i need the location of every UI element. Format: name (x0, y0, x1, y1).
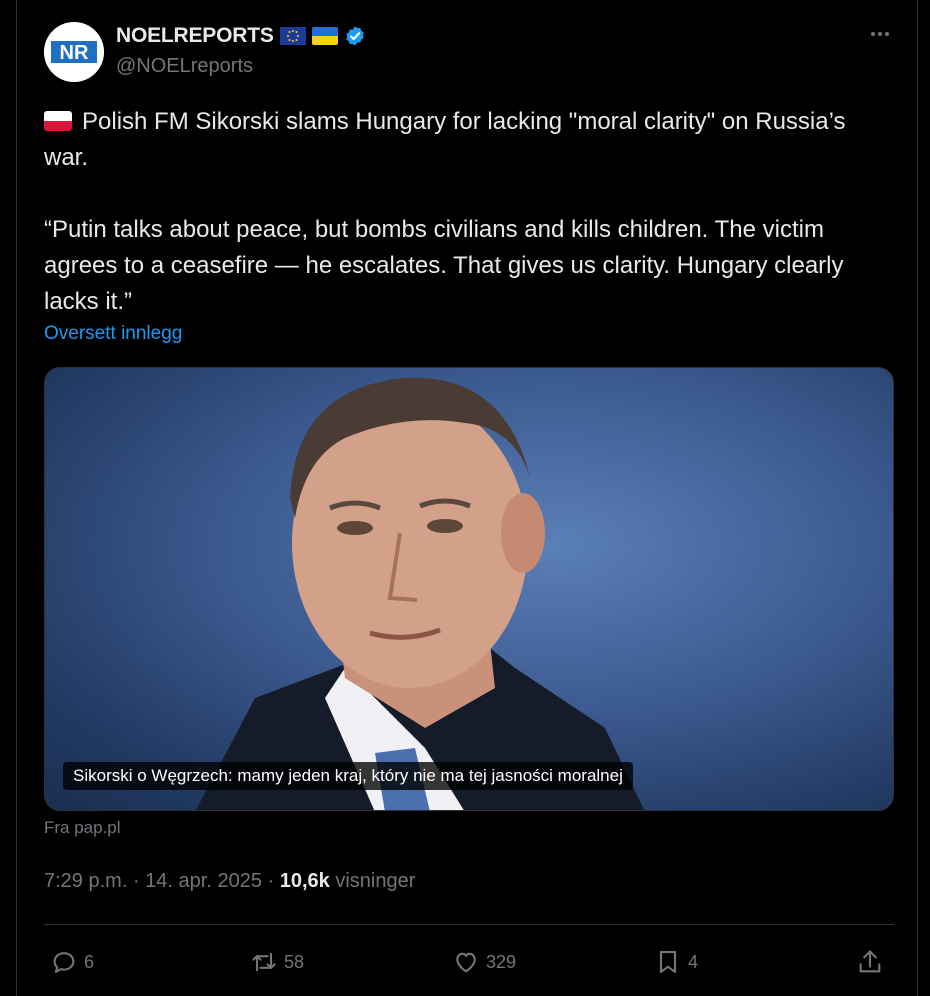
bookmark-button[interactable]: 4 (654, 940, 698, 984)
tweet-date[interactable]: 14. apr. 2025 (145, 870, 262, 892)
share-icon (859, 950, 881, 973)
card-source[interactable]: Fra pap.pl (44, 818, 121, 838)
tweet-headline: Polish FM Sikorski slams Hungary for lac… (44, 108, 853, 171)
action-bar: 6 58 329 4 (44, 940, 894, 984)
bookmark-count: 4 (688, 951, 699, 972)
divider (44, 924, 894, 925)
ukraine-flag-icon (311, 27, 338, 45)
verified-badge-icon[interactable] (344, 25, 366, 47)
reply-count: 6 (84, 951, 95, 972)
repost-count: 58 (284, 951, 305, 972)
repost-icon (252, 952, 276, 972)
like-count: 329 (486, 951, 517, 972)
link-card[interactable]: Sikorski o Węgrzech: mamy jeden kraj, kt… (44, 367, 894, 811)
poland-flag-icon (44, 111, 72, 131)
tweet-time[interactable]: 7:29 p.m. (44, 870, 127, 892)
share-button[interactable] (856, 940, 884, 984)
translate-post-link[interactable]: Oversett innlegg (44, 323, 182, 345)
tweet-text: Polish FM Sikorski slams Hungary for lac… (44, 104, 894, 320)
like-button[interactable]: 329 (452, 940, 516, 984)
card-photo (196, 377, 645, 810)
author-handle[interactable]: @NOELreports (116, 55, 253, 78)
reply-button[interactable]: 6 (50, 940, 94, 984)
repost-button[interactable]: 58 (250, 940, 304, 984)
author-name-row: NOELREPORTS (116, 24, 366, 48)
avatar[interactable]: NR (44, 22, 104, 82)
more-options-icon[interactable] (866, 22, 894, 50)
bookmark-icon (659, 951, 677, 973)
tweet-quote: “Putin talks about peace, but bombs civi… (44, 216, 851, 315)
view-count: 10,6k (279, 870, 330, 892)
tweet-meta: 7:29 p.m. · 14. apr. 2025 · 10,6k visnin… (44, 870, 416, 892)
views-label: visninger (335, 870, 416, 892)
eu-flag-icon (279, 27, 306, 45)
like-icon (456, 952, 476, 973)
card-caption: Sikorski o Węgrzech: mamy jeden kraj, kt… (63, 762, 633, 790)
reply-icon (53, 952, 75, 973)
display-name[interactable]: NOELREPORTS (116, 24, 274, 48)
avatar-text: NR (60, 42, 89, 64)
